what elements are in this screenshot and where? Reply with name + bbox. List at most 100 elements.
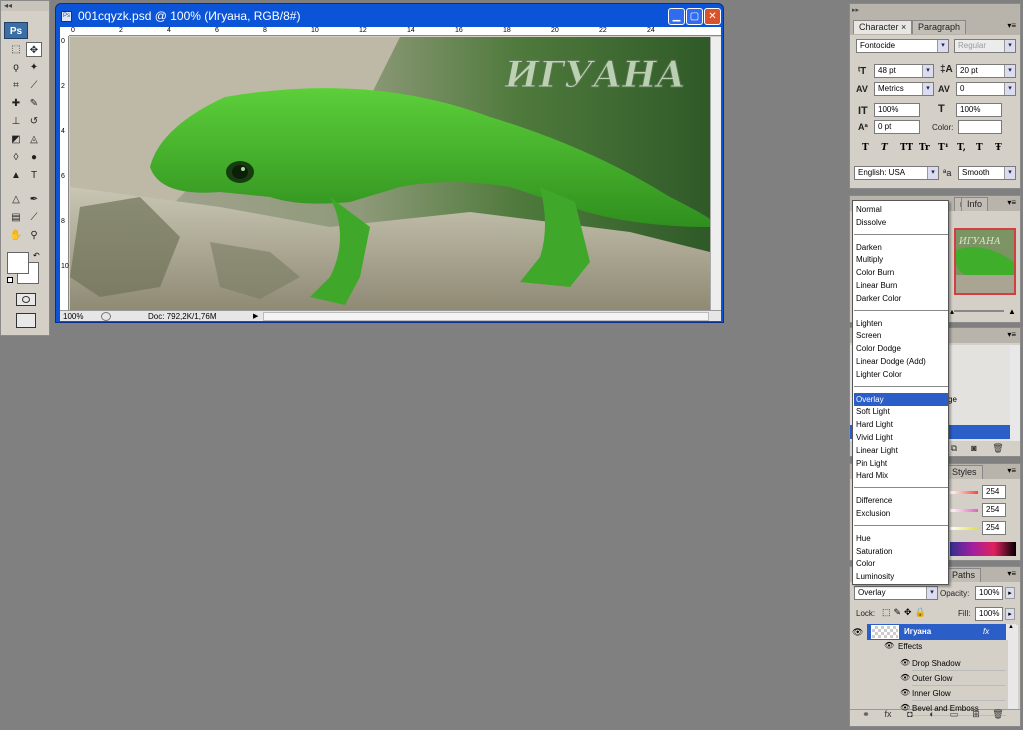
navigator-preview[interactable]: ИГУАНА (954, 228, 1016, 295)
blend-mode-option[interactable]: Color (854, 557, 948, 570)
blend-mode-option[interactable]: Darken (854, 241, 948, 254)
text-style-button[interactable]: Tr (919, 143, 930, 153)
stamp-icon[interactable]: ⊥ (8, 114, 24, 129)
lasso-icon[interactable]: ϙ (8, 60, 24, 75)
blend-mode-option[interactable]: Screen (854, 329, 948, 342)
blend-mode-select[interactable]: Overlay ▾ (854, 586, 938, 600)
move-icon[interactable]: ✥ (26, 42, 42, 57)
horizontal-scrollbar[interactable] (263, 312, 709, 321)
close-button[interactable]: ✕ (704, 8, 721, 25)
navigator-zoom-slider[interactable] (954, 310, 1004, 312)
camera-icon[interactable]: ◙ (968, 442, 980, 454)
text-style-button[interactable]: Ŧ (995, 143, 1002, 153)
tab-info[interactable]: Info (961, 197, 989, 211)
baseline-field[interactable]: 0 pt (874, 120, 920, 134)
vertical-scale-field[interactable]: 100% (874, 103, 920, 117)
tab-close-icon[interactable]: × (901, 22, 906, 32)
tracking-field[interactable]: 0 ▾ (956, 82, 1016, 96)
eyedropper2-icon[interactable]: ⟋ (26, 210, 42, 225)
font-size-field[interactable]: 48 pt ▾ (874, 64, 934, 78)
text-style-button[interactable]: TT (900, 143, 913, 153)
tab-paragraph[interactable]: Paragraph (912, 20, 967, 34)
text-style-button[interactable]: T (881, 143, 888, 153)
blend-mode-option[interactable]: Overlay (854, 392, 948, 406)
blend-mode-menu[interactable]: Normal Dissolve Darken Multiply Color Burn Li… (852, 200, 949, 585)
blue-value[interactable]: 254 (982, 521, 1006, 535)
default-colors-icon[interactable] (7, 277, 13, 283)
dodge-icon[interactable]: ● (26, 150, 42, 165)
swap-colors-icon[interactable]: ↶ (33, 251, 40, 260)
panel-menu-icon[interactable]: ▾≡ (1007, 21, 1016, 30)
quick-mask-icon[interactable] (16, 293, 36, 306)
status-menu-icon[interactable] (101, 312, 111, 321)
text-style-button[interactable]: T¹ (938, 143, 949, 153)
font-style-select[interactable]: Regular ▾ (954, 39, 1016, 53)
snapshot-icon[interactable]: ⧉ (948, 442, 960, 454)
tab-character[interactable]: Character × (853, 20, 913, 34)
ruler-origin[interactable] (60, 27, 69, 36)
panel-menu-icon[interactable]: ▾≡ (1007, 330, 1016, 339)
panel-menu-icon[interactable]: ▾≡ (1007, 569, 1016, 578)
tab-styles[interactable]: Styles (946, 465, 983, 479)
brush-icon[interactable]: ✎ (26, 96, 42, 111)
effects-label[interactable]: Effects (898, 641, 922, 653)
lock-icons[interactable]: ⬚✎✥🔒 (882, 607, 929, 618)
effect-item[interactable]: Drop Shadow (912, 656, 1006, 671)
blend-mode-option[interactable]: Hue (854, 532, 948, 545)
text-style-button[interactable]: T, (957, 143, 966, 153)
text-color-swatch[interactable] (958, 120, 1002, 134)
type-icon[interactable]: T (26, 168, 42, 183)
opacity-arrow-icon[interactable]: ▸ (1005, 587, 1015, 599)
panel-grip[interactable]: ▸▸ (850, 4, 1020, 19)
history-item[interactable]: ge (948, 395, 957, 404)
marquee-icon[interactable]: ⬚ (8, 42, 24, 57)
effect-eye-icon[interactable]: 👁 (900, 673, 910, 682)
text-style-button[interactable]: T (862, 143, 869, 153)
blend-mode-option[interactable]: Lighter Color (854, 368, 948, 381)
blue-slider[interactable] (950, 527, 978, 530)
foreground-color-front[interactable] (7, 252, 29, 274)
maximize-button[interactable]: ▢ (686, 8, 703, 25)
text-style-button[interactable]: T (976, 143, 983, 153)
fx-badge[interactable]: fx (983, 624, 989, 640)
crop-icon[interactable]: ⌗ (8, 78, 24, 93)
tools-grip[interactable]: ◂◂ (1, 1, 49, 11)
zoom-level[interactable]: 100% (63, 311, 83, 322)
blend-mode-option[interactable]: Difference (854, 494, 948, 507)
mask-icon[interactable]: ◘ (904, 708, 916, 720)
vertical-scrollbar[interactable] (710, 37, 721, 310)
fill-arrow-icon[interactable]: ▸ (1005, 608, 1015, 620)
path-select-icon[interactable]: ▲ (8, 168, 24, 183)
horizontal-scale-field[interactable]: 100% (956, 103, 1002, 117)
language-select[interactable]: English: USA ▾ (854, 166, 939, 180)
blend-mode-option[interactable]: Dissolve (854, 216, 948, 229)
status-arrow-icon[interactable]: ▶ (253, 311, 258, 322)
magic-wand-icon[interactable]: ✦ (26, 60, 42, 75)
blend-mode-option[interactable]: Exclusion (854, 507, 948, 520)
blend-mode-option[interactable]: Luminosity (854, 570, 948, 583)
image-canvas[interactable]: ИГУАНА (70, 37, 710, 310)
blend-mode-option[interactable]: Linear Light (854, 444, 948, 457)
antialias-select[interactable]: Smooth ▾ (958, 166, 1016, 180)
blend-mode-option[interactable]: Saturation (854, 545, 948, 558)
blend-mode-option[interactable]: Normal (854, 203, 948, 216)
panel-menu-icon[interactable]: ▾≡ (1007, 198, 1016, 207)
effect-eye-icon[interactable]: 👁 (900, 688, 910, 697)
adjustment-icon[interactable]: ◐ (926, 708, 938, 720)
minimize-button[interactable]: ▁ (668, 8, 685, 25)
healing-icon[interactable]: ✚ (8, 96, 24, 111)
link-icon[interactable]: ⚭ (860, 708, 872, 720)
history-scrollbar[interactable] (1010, 345, 1020, 441)
blend-mode-option[interactable]: Darker Color (854, 292, 948, 305)
effect-eye-icon[interactable]: 👁 (900, 658, 910, 667)
layer-name[interactable]: Игуана (904, 624, 931, 640)
eyedropper-icon[interactable]: ⟋ (26, 78, 42, 93)
layers-scroll-up-icon[interactable]: ▲ (1006, 624, 1016, 640)
eraser-icon[interactable]: ◩ (8, 132, 24, 147)
blend-mode-option[interactable]: Soft Light (854, 405, 948, 418)
blend-mode-option[interactable]: Hard Light (854, 418, 948, 431)
zoom-in-icon[interactable]: ▲ (1008, 307, 1016, 316)
zoom-out-icon[interactable]: ▴ (950, 307, 954, 316)
blur-icon[interactable]: ◊ (8, 150, 24, 165)
ruler-horizontal[interactable]: 0 2 4 6 8 10 12 14 16 18 20 22 24 (69, 27, 721, 36)
